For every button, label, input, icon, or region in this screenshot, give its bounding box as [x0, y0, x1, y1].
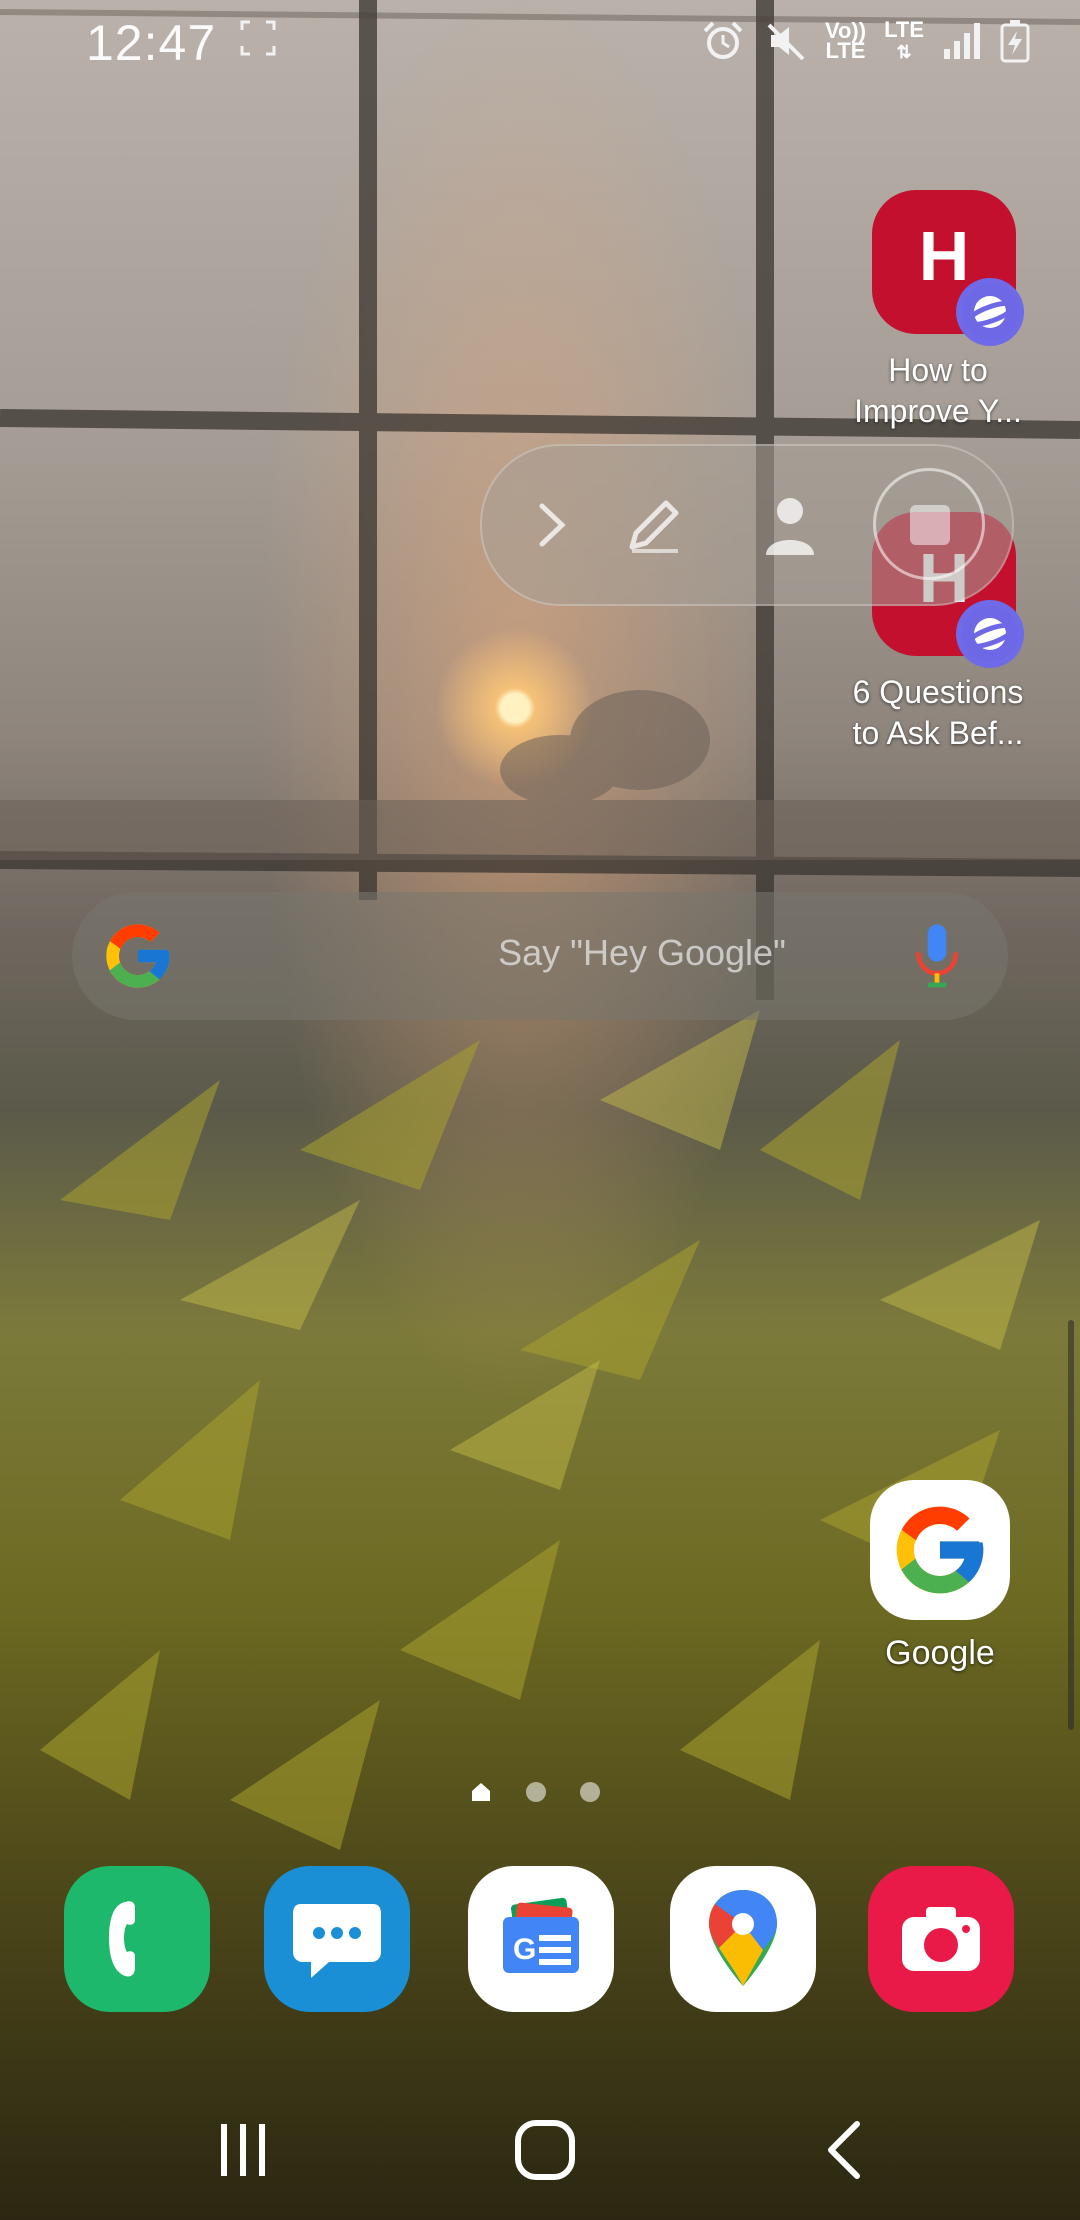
edge-panel-handle[interactable] [1068, 1320, 1074, 1730]
recents-icon [221, 2124, 265, 2176]
google-app[interactable]: Google [870, 1480, 1014, 1673]
google-search-bar[interactable]: Say "Hey Google" [72, 892, 1008, 1020]
messages-app[interactable] [264, 1866, 410, 2012]
home-icon [515, 2120, 575, 2180]
battery-charging-icon [1000, 20, 1030, 63]
home-page-indicator-icon [472, 1783, 490, 1801]
microphone-icon[interactable] [902, 922, 972, 992]
samsung-internet-icon [956, 278, 1024, 346]
page-dot [580, 1782, 600, 1802]
svg-text:G: G [513, 1933, 536, 1966]
search-hint: Say "Hey Google" [498, 932, 786, 973]
google-g-icon [106, 924, 170, 988]
samsung-internet-icon [956, 600, 1024, 668]
lte-data-icon: LTE ⇅ [884, 17, 924, 63]
app-dock: G [60, 1866, 1020, 2014]
expand-toolbar-button[interactable] [512, 485, 592, 565]
selfie-video-button[interactable] [750, 485, 830, 565]
mute-icon [767, 23, 805, 61]
status-icons: Vo)) LTE LTE ⇅ [701, 16, 1030, 66]
recents-button[interactable] [198, 2110, 288, 2190]
phone-app[interactable] [64, 1866, 210, 2012]
screen-recorder-toolbar[interactable] [480, 444, 1014, 606]
stop-record-button[interactable] [873, 468, 985, 580]
stop-record-icon [910, 505, 950, 545]
google-news-app[interactable]: G [468, 1866, 614, 2012]
selfie-person-icon [766, 498, 814, 555]
draw-button[interactable] [614, 485, 694, 565]
phone-icon [109, 1901, 135, 1977]
google-news-icon: G [503, 1897, 579, 1973]
alarm-icon [703, 21, 743, 59]
clock: 12:47 [86, 15, 217, 71]
volte-icon: Vo)) LTE [824, 18, 867, 63]
back-icon [828, 2121, 860, 2179]
shortcut-label: 6 Questions to Ask Bef... [852, 674, 1024, 751]
draw-pen-icon [629, 500, 679, 553]
shortcut-label: How to Improve Y... [854, 352, 1022, 429]
signal-icon [944, 23, 980, 59]
google-maps-icon [709, 1890, 777, 1986]
home-button[interactable] [500, 2110, 590, 2190]
expand-chevron-icon [539, 503, 566, 547]
messages-icon [293, 1904, 381, 1978]
screenshot-scan-icon [240, 20, 276, 56]
page-dot [526, 1782, 546, 1802]
google-g-icon [896, 1506, 984, 1594]
google-app-tile [870, 1480, 1010, 1620]
maps-app[interactable] [670, 1866, 816, 2012]
screen-recorder-app[interactable] [868, 1866, 1014, 2012]
status-bar: 12:47 Vo)) LTE LTE ⇅ [0, 0, 1080, 80]
google-app-label: Google [885, 1634, 995, 1672]
navigation-bar [0, 2090, 1080, 2200]
back-button[interactable] [800, 2110, 890, 2190]
page-indicator[interactable] [470, 1778, 600, 1806]
camera-icon [902, 1907, 980, 1971]
